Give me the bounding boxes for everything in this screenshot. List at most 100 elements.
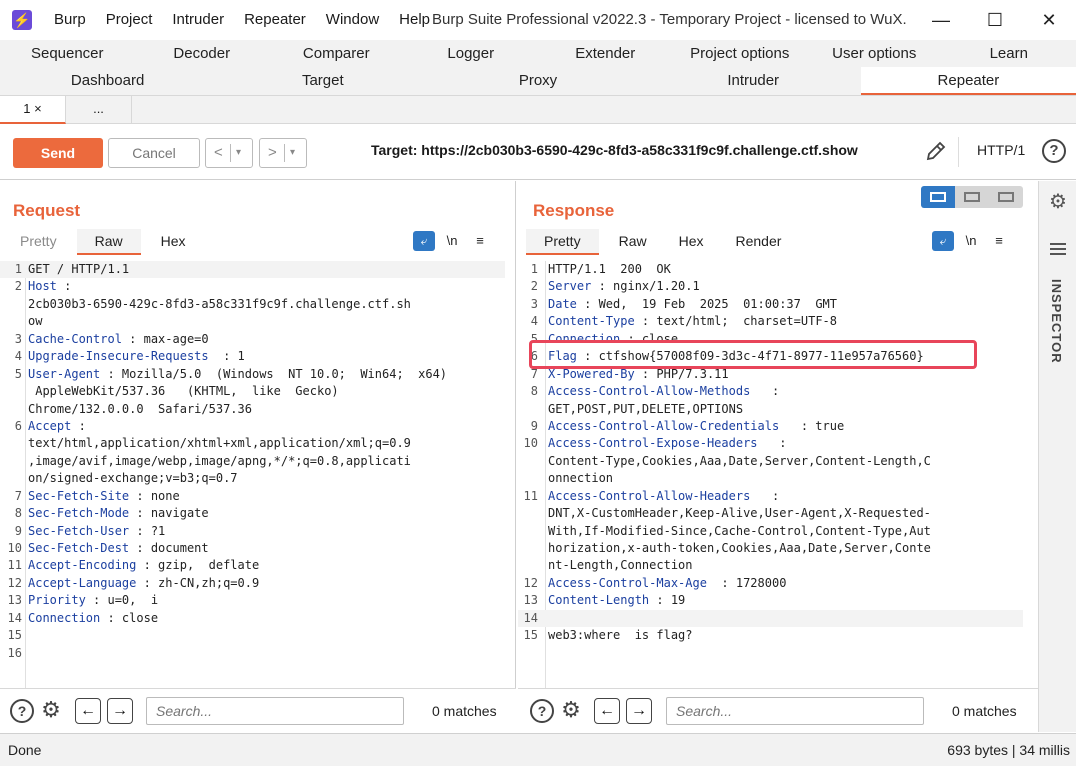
line-text: Content-Type : text/html; charset=UTF-8 <box>548 313 837 330</box>
response-line: 3 Date : Wed, 19 Feb 2025 01:00:37 GMT <box>518 296 1023 313</box>
tab-proxy[interactable]: Proxy <box>430 67 645 95</box>
window-title: Burp Suite Professional v2022.3 - Tempor… <box>432 11 907 28</box>
header-value: : 1728000 <box>706 575 787 590</box>
layout-stacked-icon[interactable] <box>955 186 989 208</box>
line-text: Access-Control-Allow-Headers : <box>548 488 779 505</box>
status-bar: Done 693 bytes | 34 millis <box>0 733 1076 766</box>
request-line: 14 Connection : close <box>0 610 505 627</box>
newline-icon[interactable]: \n <box>435 231 469 251</box>
wrap-lines-icon[interactable]: ⤶ <box>932 231 954 251</box>
menu-burp[interactable]: Burp <box>44 0 96 40</box>
response-search-input[interactable] <box>666 697 924 725</box>
repeater-subtabs: 1 × ... <box>0 96 1076 124</box>
layout-side-by-side-icon[interactable] <box>921 186 955 208</box>
layout-tabs-icon[interactable] <box>989 186 1023 208</box>
line-text: Cache-Control : max-age=0 <box>28 331 209 348</box>
menu-window[interactable]: Window <box>316 0 389 40</box>
request-panel: Request Pretty Raw Hex ⤶ \n ≡ 1 GET / HTT… <box>0 181 516 732</box>
tab-logger[interactable]: Logger <box>404 40 539 67</box>
previous-match-button[interactable]: ← <box>594 698 620 724</box>
tab-decoder[interactable]: Decoder <box>135 40 270 67</box>
tab-repeater[interactable]: Repeater <box>860 67 1076 95</box>
request-tab-raw[interactable]: Raw <box>76 229 141 255</box>
header-value: Content-Type,Cookies,Aaa,Date,Server,Con… <box>548 453 931 468</box>
gear-icon[interactable]: ⚙ <box>38 697 64 723</box>
response-tab-pretty[interactable]: Pretty <box>526 229 599 255</box>
header-value: onnection <box>548 471 614 486</box>
tab-dashboard[interactable]: Dashboard <box>0 67 215 95</box>
tab-project-options[interactable]: Project options <box>673 40 808 67</box>
request-line: Chrome/132.0.0.0 Safari/537.36 <box>0 401 505 418</box>
header-value: HTTP/1.1 200 OK <box>548 262 671 276</box>
previous-match-button[interactable]: ← <box>75 698 101 724</box>
help-icon[interactable]: ? <box>530 699 554 723</box>
menu-icon[interactable]: ≡ <box>469 231 491 251</box>
next-match-button[interactable]: → <box>626 698 652 724</box>
wrap-lines-icon[interactable]: ⤶ <box>413 231 435 251</box>
next-match-button[interactable]: → <box>107 698 133 724</box>
response-tab-raw[interactable]: Raw <box>607 229 659 255</box>
repeater-toolbar: Send Cancel < ▾ > ▾ Target: https://2cb0… <box>0 125 1076 180</box>
tab-intruder[interactable]: Intruder <box>646 67 861 95</box>
header-value: : true <box>779 418 845 433</box>
request-title: Request <box>13 201 81 220</box>
inspector-lines-icon[interactable] <box>1050 243 1066 258</box>
line-text: on/signed-exchange;v=b3;q=0.7 <box>28 470 238 487</box>
help-icon[interactable]: ? <box>10 699 34 723</box>
close-icon[interactable]: ✕ <box>1022 0 1076 40</box>
tab-target[interactable]: Target <box>215 67 430 95</box>
inspector-label[interactable]: INSPECTOR <box>1049 279 1064 364</box>
repeater-tab-more[interactable]: ... <box>66 96 132 124</box>
response-line: 12 Access-Control-Max-Age : 1728000 <box>518 575 1023 592</box>
tab-learn[interactable]: Learn <box>942 40 1076 67</box>
tab-sequencer[interactable]: Sequencer <box>0 40 135 67</box>
send-button[interactable]: Send <box>13 138 103 168</box>
http-version-toggle[interactable]: HTTP/1 <box>977 142 1025 158</box>
maximize-icon[interactable]: ☐ <box>968 0 1022 40</box>
edit-target-icon[interactable] <box>924 139 948 163</box>
tab-comparer[interactable]: Comparer <box>269 40 404 67</box>
request-line: 9 Sec-Fetch-User : ?1 <box>0 523 505 540</box>
header-name: Host <box>28 279 57 294</box>
request-line: 2 Host : <box>0 278 505 295</box>
header-name: Cache-Control <box>28 331 122 346</box>
tab-extender[interactable]: Extender <box>538 40 673 67</box>
menu-icon[interactable]: ≡ <box>988 231 1010 251</box>
help-icon[interactable]: ? <box>1042 139 1066 163</box>
header-name: Access-Control-Max-Age <box>548 575 707 590</box>
line-text: DNT,X-CustomHeader,Keep-Alive,User-Agent… <box>548 505 931 522</box>
line-text: Accept : <box>28 418 86 435</box>
line-number: 5 <box>14 366 22 381</box>
chevron-down-icon[interactable]: ▾ <box>290 139 295 167</box>
request-line: 4 Upgrade-Insecure-Requests : 1 <box>0 348 505 365</box>
minimize-icon[interactable]: — <box>914 0 968 40</box>
menu-project[interactable]: Project <box>96 0 163 40</box>
response-line: Content-Type,Cookies,Aaa,Date,Server,Con… <box>518 453 1023 470</box>
newline-icon[interactable]: \n <box>954 231 988 251</box>
line-text: ,image/avif,image/webp,image/apng,*/*;q=… <box>28 453 411 470</box>
menu-intruder[interactable]: Intruder <box>162 0 234 40</box>
back-button[interactable]: < ▾ <box>205 138 253 168</box>
response-tab-hex[interactable]: Hex <box>667 229 716 255</box>
response-tab-render[interactable]: Render <box>724 229 794 255</box>
request-tab-hex[interactable]: Hex <box>149 229 198 255</box>
gear-icon[interactable]: ⚙ <box>1047 191 1069 213</box>
response-viewer[interactable]: 1 HTTP/1.1 200 OK 2 Server : nginx/1.20.1 3 D… <box>518 261 1023 645</box>
cancel-button[interactable]: Cancel <box>108 138 200 168</box>
response-line: 13 Content-Length : 19 <box>518 592 1023 609</box>
request-tab-pretty[interactable]: Pretty <box>8 229 69 255</box>
line-number: 1 <box>14 262 22 276</box>
forward-button[interactable]: > ▾ <box>259 138 307 168</box>
request-editor[interactable]: 1 GET / HTTP/1.1 2 Host :2cb030b3-6590-429c… <box>0 261 505 662</box>
response-stats: 693 bytes | 34 millis <box>947 742 1070 758</box>
repeater-tab-1[interactable]: 1 × <box>0 96 66 124</box>
request-search-input[interactable] <box>146 697 404 725</box>
gear-icon[interactable]: ⚙ <box>558 697 584 723</box>
header-value: GET / HTTP/1.1 <box>28 262 130 276</box>
header-name: Server <box>548 279 592 294</box>
chevron-down-icon[interactable]: ▾ <box>236 139 241 167</box>
header-value: : <box>56 279 72 294</box>
tab-user-options[interactable]: User options <box>807 40 942 67</box>
menu-repeater[interactable]: Repeater <box>234 0 316 40</box>
header-value: : 1 <box>208 349 245 364</box>
